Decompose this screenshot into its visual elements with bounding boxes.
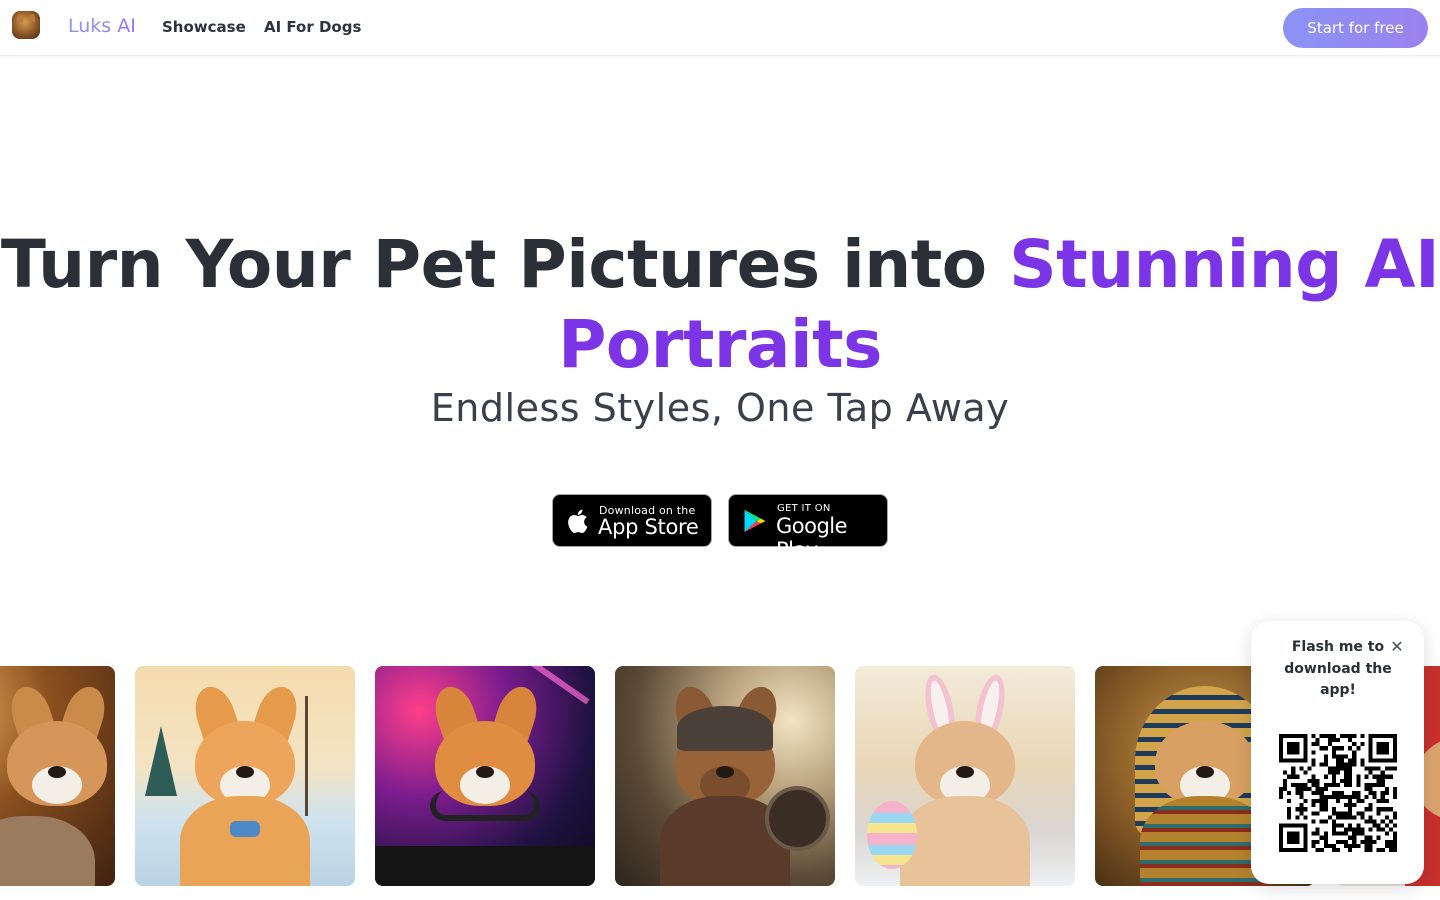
gallery-tile-dj-party[interactable]: [375, 666, 595, 886]
hero-title-accent-1: Stunning AI: [1009, 226, 1440, 303]
gallery-tile-cartoon-winter[interactable]: [135, 666, 355, 886]
gallery-tile-cozy-bed[interactable]: [0, 666, 115, 886]
apple-icon: [568, 509, 588, 534]
start-for-free-button[interactable]: Start for free: [1283, 8, 1428, 48]
qr-download-popup: Flash me to download the app! ✕: [1251, 621, 1424, 884]
google-play-small-text: GET IT ON: [777, 503, 831, 514]
qr-code: [1279, 734, 1397, 852]
close-icon[interactable]: ✕: [1388, 638, 1406, 656]
google-play-badge[interactable]: GET IT ON Google Play: [728, 494, 888, 562]
portrait-gallery: [0, 666, 1440, 886]
top-navbar: Luks AI Showcase AI For Dogs Start for f…: [0, 0, 1440, 56]
nav-showcase-link[interactable]: Showcase: [162, 18, 246, 36]
hero-title-plain: Turn Your Pet Pictures into: [0, 226, 1010, 303]
gallery-tile-viking-warrior[interactable]: [615, 666, 835, 886]
hero-subtitle: Endless Styles, One Tap Away: [430, 386, 1010, 430]
qr-popup-text: Flash me to download the app!: [1284, 639, 1392, 698]
brand-link[interactable]: Luks AI: [68, 15, 136, 37]
google-play-icon: [744, 509, 766, 533]
hero-title: Turn Your Pet Pictures into Stunning AI …: [0, 225, 1440, 385]
app-store-big-text: App Store: [598, 515, 699, 539]
app-store-badge[interactable]: Download on the App Store: [552, 494, 712, 547]
google-play-big-text: Google Play: [776, 514, 848, 562]
gallery-tile-easter-bunny[interactable]: [855, 666, 1075, 886]
hero-title-accent-2: Portraits: [558, 306, 882, 383]
logo-avatar[interactable]: [12, 11, 40, 39]
nav-ai-for-dogs-link[interactable]: AI For Dogs: [264, 18, 361, 36]
